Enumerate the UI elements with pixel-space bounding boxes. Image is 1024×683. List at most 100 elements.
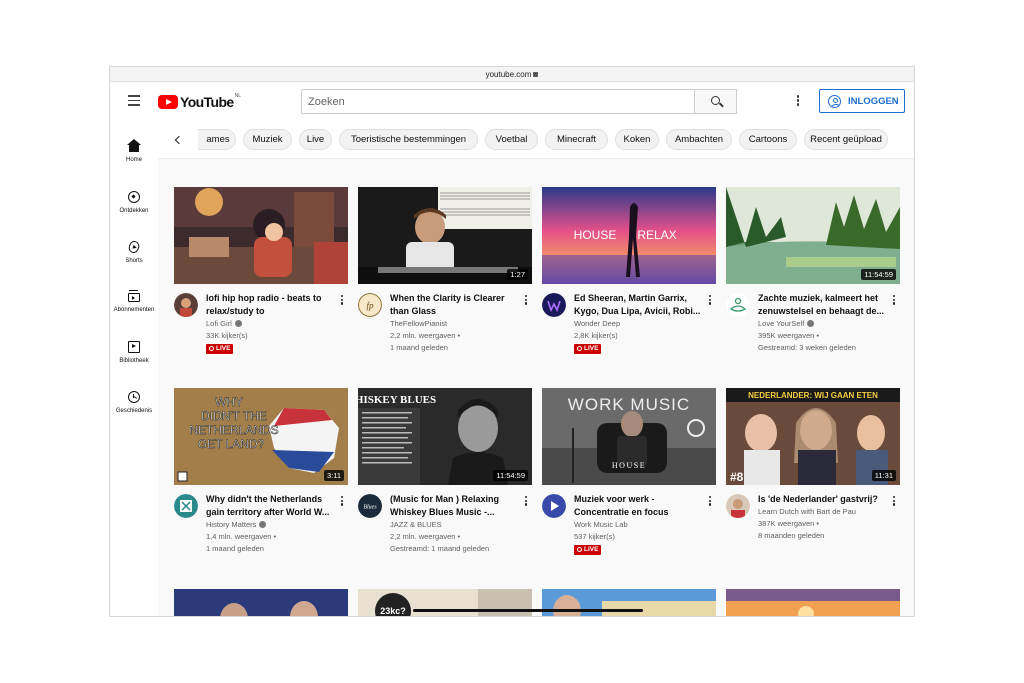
kebab-menu-icon[interactable] <box>892 295 896 307</box>
video-age: 8 maanden geleden <box>758 531 825 540</box>
video-thumbnail[interactable]: WHISKEY BLUES 11:54:59 <box>358 388 532 485</box>
chip-koken[interactable]: Koken <box>615 129 659 150</box>
chip-cartoons[interactable]: Cartoons <box>739 129 797 150</box>
channel-avatar[interactable] <box>174 494 198 518</box>
video-card[interactable] <box>726 589 900 616</box>
sidebar-item-label: Ontdekken <box>119 208 149 214</box>
video-age: Gestreamd: 1 maand geleden <box>390 544 490 553</box>
channel-name[interactable]: Learn Dutch with Bart de Pau <box>758 506 898 518</box>
verified-icon <box>259 521 267 528</box>
netherlands-map-thumbnail-art: WHY DIDN'T THE NETHERLANDS GET LAND? <box>174 388 348 485</box>
channel-name[interactable]: Lofi Girl <box>206 318 346 330</box>
channel-name[interactable]: History Matters <box>206 519 346 531</box>
channel-name[interactable]: Love YourSelf <box>758 318 898 330</box>
video-grid: lofi hip hop radio - beats to relax/stud… <box>158 160 914 616</box>
video-stats: 537 kijker(s) <box>574 532 615 541</box>
video-thumbnail[interactable] <box>542 589 716 616</box>
chip-recent-geupload[interactable]: Recent geüpload <box>804 129 888 150</box>
channel-avatar[interactable]: fp <box>358 293 382 317</box>
video-card[interactable]: lofi hip hop radio - beats to relax/stud… <box>174 187 348 383</box>
sidebar-item-home[interactable]: Home <box>110 133 158 177</box>
kebab-menu-icon[interactable] <box>708 295 712 307</box>
login-button[interactable]: INLOGGEN <box>819 89 905 113</box>
video-card[interactable]: NEDERLANDER: WIJ GAAN ETEN #8 11:31 Is '… <box>726 388 900 584</box>
kebab-menu-icon[interactable] <box>340 295 344 307</box>
video-thumbnail[interactable]: WHY DIDN'T THE NETHERLANDS GET LAND? 3:1… <box>174 388 348 485</box>
video-stats: 2,2 mln. weergaven • <box>390 331 461 340</box>
video-thumbnail[interactable]: NEDERLANDER: WIJ GAAN ETEN #8 11:31 <box>726 388 900 485</box>
sidebar-item-shorts[interactable]: Shorts <box>110 233 158 277</box>
channel-name[interactable]: Work Music Lab <box>574 519 714 531</box>
url-bar[interactable]: youtube.com <box>110 67 914 82</box>
sidebar-item-geschiedenis[interactable]: Geschiedenis <box>110 383 158 427</box>
sidebar-item-abonnementen[interactable]: Abonnementen <box>110 283 158 327</box>
thumb-text-why: WHY <box>215 395 243 409</box>
channel-name[interactable]: Wonder Deep <box>574 318 714 330</box>
video-card[interactable]: 11:54:59 Zachte muziek, kalmeert het zen… <box>726 187 900 383</box>
channel-avatar[interactable] <box>542 293 566 317</box>
video-card[interactable]: WORK MUSIC HOUSE Muziek voor werk - Conc… <box>542 388 716 584</box>
video-thumbnail[interactable] <box>174 187 348 284</box>
video-thumbnail[interactable] <box>174 589 348 616</box>
live-badge: LIVE <box>574 344 602 354</box>
chevron-left-icon[interactable] <box>172 133 184 147</box>
sidebar-item-bibliotheek[interactable]: Bibliotheek <box>110 333 158 377</box>
video-title[interactable]: Muziek voor werk - Concentratie en focus <box>574 493 702 519</box>
chip-ambachten[interactable]: Ambachten <box>666 129 732 150</box>
lofi-thumbnail-art <box>174 187 348 284</box>
video-title[interactable]: Why didn't the Netherlands gain territor… <box>206 493 334 519</box>
video-thumbnail[interactable] <box>726 589 900 616</box>
compass-icon <box>128 191 140 203</box>
search-input[interactable] <box>301 89 695 114</box>
video-thumbnail[interactable]: 1:27 <box>358 187 532 284</box>
chip-toeristische-bestemmingen[interactable]: Toeristische bestemmingen <box>339 129 478 150</box>
house-relax-thumbnail-art: HOUSE RELAX <box>542 187 716 284</box>
kebab-menu-icon[interactable] <box>524 496 528 508</box>
video-card[interactable]: WHY DIDN'T THE NETHERLANDS GET LAND? 3:1… <box>174 388 348 584</box>
kebab-menu-icon[interactable] <box>340 496 344 508</box>
youtube-logo[interactable]: YouTube NL <box>158 93 241 110</box>
video-thumbnail[interactable]: 11:54:59 <box>726 187 900 284</box>
channel-name[interactable]: JAZZ & BLUES <box>390 519 530 531</box>
search-button[interactable] <box>694 89 737 114</box>
video-title[interactable]: (Music for Man ) Relaxing Whiskey Blues … <box>390 493 518 519</box>
video-title[interactable]: Zachte muziek, kalmeert het zenuwstelsel… <box>758 292 886 318</box>
video-card[interactable]: WHISKEY BLUES 11:54:59 Blues (Music for … <box>358 388 532 584</box>
chip-minecraft[interactable]: Minecraft <box>545 129 608 150</box>
thumb-text-episode: #8 <box>730 470 744 484</box>
library-icon <box>128 341 140 353</box>
row3-thumbnail-art-4 <box>726 589 900 616</box>
history-icon <box>128 391 140 403</box>
video-card[interactable] <box>174 589 348 616</box>
video-title[interactable]: When the Clarity is Clearer than Glass <box>390 292 518 318</box>
video-thumbnail[interactable]: HOUSE RELAX <box>542 187 716 284</box>
channel-avatar[interactable] <box>174 293 198 317</box>
video-card[interactable]: 1:27 fp When the Clarity is Clearer than… <box>358 187 532 383</box>
chip-games[interactable]: ames <box>198 129 236 150</box>
video-card[interactable]: HOUSE RELAX Ed Sheeran, Martin Garrix, K… <box>542 187 716 383</box>
video-duration: 1:27 <box>507 269 528 280</box>
work-music-thumbnail-art: WORK MUSIC HOUSE <box>542 388 716 485</box>
channel-avatar[interactable]: Blues <box>358 494 382 518</box>
chip-voetbal[interactable]: Voetbal <box>485 129 538 150</box>
login-label: INLOGGEN <box>848 95 899 107</box>
more-options-icon[interactable] <box>796 95 800 109</box>
video-title[interactable]: Is 'de Nederlander' gastvrij? <box>758 493 886 506</box>
kebab-menu-icon[interactable] <box>708 496 712 508</box>
menu-icon[interactable] <box>128 95 140 107</box>
video-thumbnail[interactable]: 23kc? <box>358 589 532 616</box>
video-thumbnail[interactable]: WORK MUSIC HOUSE <box>542 388 716 485</box>
sidebar-item-label: Home <box>125 157 142 163</box>
kebab-menu-icon[interactable] <box>524 295 528 307</box>
sidebar-item-ontdekken[interactable]: Ontdekken <box>110 183 158 227</box>
video-card[interactable]: 23kc? <box>358 589 532 616</box>
channel-avatar[interactable] <box>726 293 750 317</box>
video-title[interactable]: Ed Sheeran, Martin Garrix, Kygo, Dua Lip… <box>574 292 702 318</box>
channel-avatar[interactable] <box>542 494 566 518</box>
chip-muziek[interactable]: Muziek <box>243 129 292 150</box>
video-card[interactable] <box>542 589 716 616</box>
chip-live[interactable]: Live <box>299 129 332 150</box>
channel-avatar[interactable] <box>726 494 750 518</box>
channel-name[interactable]: TheFellowPianist <box>390 318 530 330</box>
video-title[interactable]: lofi hip hop radio - beats to relax/stud… <box>206 292 334 318</box>
